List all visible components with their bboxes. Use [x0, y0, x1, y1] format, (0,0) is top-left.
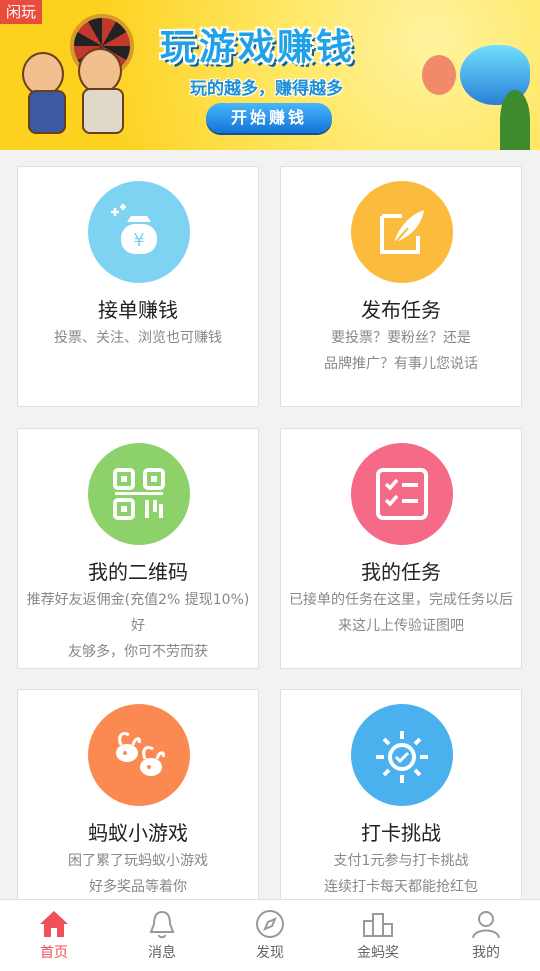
home-icon	[40, 911, 68, 937]
card-checkin-challenge[interactable]: 打卡挑战 支付1元参与打卡挑战 连续打卡每天都能抢红包	[280, 689, 522, 930]
tab-discover[interactable]: 发现	[216, 900, 324, 971]
card-description: 投票、关注、浏览也可赚钱	[54, 330, 222, 346]
card-ant-mini-game[interactable]: 蚂蚁小游戏 困了累了玩蚂蚁小游戏 好多奖品等着你	[17, 689, 259, 930]
card-earn-orders[interactable]: ¥ 接单赚钱 投票、关注、浏览也可赚钱	[17, 166, 259, 407]
sun-checkin-icon	[351, 704, 453, 806]
card-description: 推荐好友返佣金(充值2% 提现10%)好 友够多，你可不劳而获	[26, 592, 250, 660]
tab-golden-ant-award[interactable]: 金蚂奖	[324, 900, 432, 971]
card-my-tasks[interactable]: 我的任务 已接单的任务在这里，完成任务以后 来这儿上传验证图吧	[280, 428, 522, 669]
banner-title: 玩游戏赚钱	[160, 27, 356, 68]
card-title: 打卡挑战	[361, 821, 441, 845]
podium-icon	[363, 913, 393, 937]
tab-label: 首页	[40, 945, 68, 961]
tab-profile[interactable]: 我的	[432, 900, 540, 971]
card-publish-task[interactable]: 发布任务 要投票？要粉丝？还是 品牌推广？有事儿您说话	[280, 166, 522, 407]
svg-text:¥: ¥	[133, 230, 144, 251]
bottom-tab-bar: 首页 消息 发现 金蚂奖 我的	[0, 899, 540, 971]
banner-tag: 闲玩	[0, 0, 43, 24]
card-title: 发布任务	[361, 298, 441, 322]
user-icon	[472, 911, 500, 939]
task-list-icon	[351, 443, 453, 545]
card-description: 困了累了玩蚂蚁小游戏 好多奖品等着你	[68, 853, 208, 895]
tab-label: 金蚂奖	[357, 945, 399, 961]
card-my-qrcode[interactable]: 我的二维码 推荐好友返佣金(充值2% 提现10%)好 友够多，你可不劳而获	[17, 428, 259, 669]
card-title: 我的任务	[361, 560, 441, 584]
tab-label: 我的	[472, 945, 500, 961]
tab-messages[interactable]: 消息	[108, 900, 216, 971]
card-title: 蚂蚁小游戏	[88, 821, 188, 845]
tab-home[interactable]: 首页	[0, 900, 108, 971]
start-earning-button[interactable]: 开始赚钱	[206, 103, 332, 133]
card-title: 我的二维码	[88, 560, 188, 584]
banner-subtitle: 玩的越多，赚得越多	[190, 79, 343, 99]
character-illustration	[82, 88, 124, 134]
ant-game-icon	[88, 704, 190, 806]
promo-banner[interactable]: 闲玩 玩游戏赚钱 玩的越多，赚得越多 开始赚钱	[0, 0, 540, 150]
feather-edit-icon	[351, 181, 453, 283]
card-description: 支付1元参与打卡挑战 连续打卡每天都能抢红包	[324, 853, 478, 895]
seaweed-illustration	[500, 90, 530, 150]
card-title: 接单赚钱	[98, 298, 178, 322]
card-description: 要投票？要粉丝？还是 品牌推广？有事儿您说话	[324, 330, 478, 372]
qr-code-icon	[88, 443, 190, 545]
bell-icon	[149, 910, 175, 939]
character-illustration	[28, 90, 66, 134]
fish-illustration	[422, 55, 456, 95]
compass-icon	[256, 910, 284, 938]
money-bag-icon: ¥	[88, 181, 190, 283]
tab-label: 消息	[148, 945, 176, 961]
card-description: 已接单的任务在这里，完成任务以后 来这儿上传验证图吧	[289, 592, 513, 634]
tab-label: 发现	[256, 945, 284, 961]
